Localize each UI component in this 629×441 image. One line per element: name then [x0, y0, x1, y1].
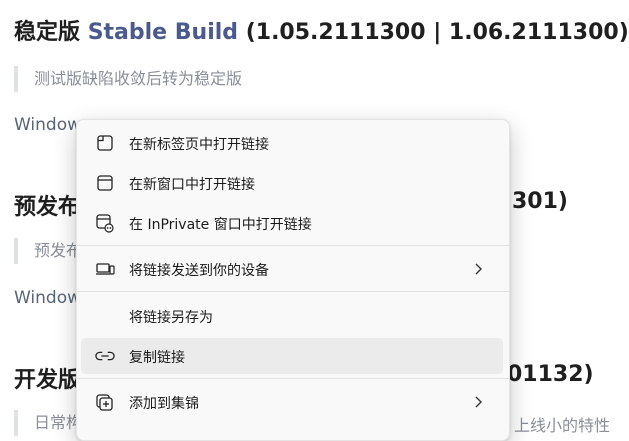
menu-item-label: 在新窗口中打开链接	[129, 177, 255, 193]
menu-separator	[77, 245, 509, 246]
new-window-icon	[95, 173, 115, 193]
link-icon	[95, 346, 115, 366]
chevron-right-icon	[473, 393, 485, 411]
stable-download-link[interactable]: Window	[14, 115, 81, 135]
send-to-device-icon	[95, 259, 115, 279]
menu-separator	[77, 291, 509, 292]
menu-item-label: 将链接另存为	[129, 310, 213, 326]
link-context-menu: 在新标签页中打开链接 在新窗口中打开链接 在 InPrivate 窗口中打开链接…	[76, 119, 510, 441]
preview-heading-tail: 301)	[512, 189, 568, 214]
preview-title-tail: 301)	[512, 189, 568, 214]
stable-build-heading: 稳定版 Stable Build (1.05.2111300 | 1.06.21…	[14, 14, 629, 46]
stable-title-zh: 稳定版	[14, 20, 81, 45]
dev-quote-tail-text: 上线小的特性	[514, 416, 611, 435]
stable-quote-text: 测试版缺陷收敛后转为稳定版	[34, 69, 243, 88]
preview-quote-text: 预发布	[34, 241, 83, 260]
preview-download-link[interactable]: Window	[14, 288, 81, 308]
dev-title-tail: 01132)	[507, 362, 594, 387]
dev-heading-tail: 01132)	[507, 362, 594, 387]
add-to-collections-icon	[95, 392, 115, 412]
menu-item-save-link-as[interactable]: 将链接另存为	[81, 298, 503, 334]
menu-item-label: 复制链接	[129, 350, 185, 366]
preview-heading: 预发布	[14, 189, 80, 221]
preview-title-zh: 预发布	[14, 195, 81, 220]
dev-title-zh: 开发版	[14, 368, 81, 393]
preview-link-text[interactable]: Window	[14, 288, 81, 308]
stable-title-en[interactable]: Stable Build	[88, 20, 238, 45]
menu-item-open-in-new-tab[interactable]: 在新标签页中打开链接	[81, 125, 503, 161]
menu-item-label: 在 InPrivate 窗口中打开链接	[129, 217, 312, 233]
dev-heading: 开发版	[14, 362, 80, 394]
menu-separator	[77, 378, 509, 379]
chevron-right-icon	[473, 260, 485, 278]
menu-item-open-inprivate[interactable]: 在 InPrivate 窗口中打开链接	[81, 205, 503, 241]
menu-item-add-to-collections[interactable]: 添加到集锦	[81, 384, 503, 420]
stable-blockquote: 测试版缺陷收敛后转为稳定版	[14, 66, 242, 92]
menu-item-copy-link[interactable]: 复制链接	[81, 338, 503, 374]
menu-item-label: 添加到集锦	[129, 396, 199, 412]
menu-item-send-to-device[interactable]: 将链接发送到你的设备	[81, 251, 503, 287]
menu-item-label: 将链接发送到你的设备	[129, 263, 269, 279]
new-tab-icon	[95, 133, 115, 153]
preview-blockquote: 预发布	[14, 238, 82, 264]
dev-blockquote: 日常构	[14, 410, 82, 436]
inprivate-window-icon	[95, 213, 115, 233]
menu-item-label: 在新标签页中打开链接	[129, 137, 269, 153]
stable-link-text[interactable]: Window	[14, 115, 81, 135]
menu-item-open-in-new-window[interactable]: 在新窗口中打开链接	[81, 165, 503, 201]
dev-quote-tail: 上线小的特性	[514, 412, 610, 436]
stable-title-version: (1.05.2111300 | 1.06.2111300)	[245, 20, 629, 45]
